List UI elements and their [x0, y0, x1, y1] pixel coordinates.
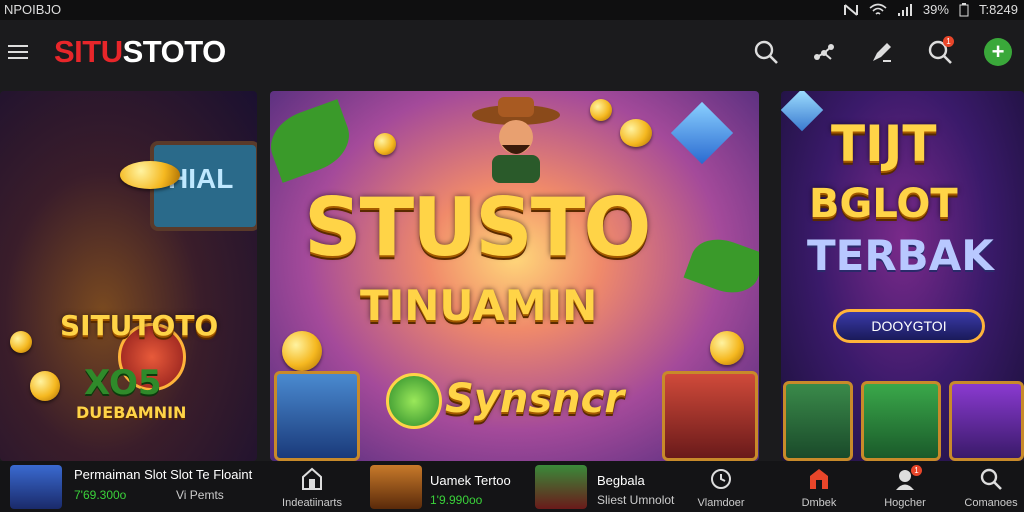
game-value: 1'9.990oo — [430, 493, 483, 507]
bottom-game-item-2[interactable]: Uamek Tertoo 1'9.990oo — [370, 461, 530, 512]
center-banner-logo: Synsncr — [445, 376, 625, 422]
nav-label: Indeatiinarts — [282, 497, 342, 509]
status-bar: NPOIBJO 39% T:8249 — [0, 0, 1024, 20]
coin-icon — [620, 119, 652, 147]
game-sub: Vi Pemts — [176, 488, 224, 502]
brand-part-white: STOTO — [122, 34, 227, 69]
game-title: Permaiman Slot Slot Te Floaint — [74, 467, 253, 482]
leaf-icon — [270, 99, 358, 183]
nfc-icon — [843, 3, 858, 16]
wifi-icon — [869, 3, 887, 15]
nav-label: Dmbek — [801, 497, 837, 509]
search-icon[interactable] — [750, 36, 782, 68]
cowboy-character-icon — [472, 97, 560, 183]
coin-icon — [282, 331, 322, 371]
game-thumbnail — [370, 465, 422, 509]
coin-icon — [10, 331, 32, 353]
right-banner-button[interactable]: DOOYGTOI — [833, 309, 985, 343]
game-thumbnail — [535, 465, 587, 509]
coin-icon — [590, 99, 612, 121]
nav-profile[interactable]: 1 Hogcher — [870, 465, 940, 511]
nav-home[interactable]: Indeatiinarts — [277, 465, 347, 511]
promo-banner-center[interactable]: STUSTO TINUAMIN Synsncr — [270, 91, 759, 461]
left-banner-sub1: XO5 — [84, 363, 162, 403]
search-icon — [980, 468, 1002, 490]
gem-icon — [781, 91, 824, 132]
nav-search[interactable]: Comanoes — [956, 465, 1024, 511]
nav-label: Hogcher — [884, 497, 926, 509]
game-thumbnail — [10, 465, 62, 509]
coin-icon — [374, 133, 396, 155]
brand-part-red: SITU — [54, 34, 123, 69]
promo-banner-left[interactable]: HIAL SITUTOTO XO5 DUEBAMNIN — [0, 91, 257, 461]
center-banner-subtitle: TINUAMIN — [360, 281, 598, 330]
game-card-tile[interactable] — [861, 381, 941, 461]
nav-badge: 1 — [911, 465, 922, 476]
nav-clock[interactable]: Vlamdoer — [686, 465, 756, 511]
nav-label: Vlamdoer — [697, 497, 745, 509]
game-title: Uamek Tertoo — [430, 473, 511, 488]
nav-store[interactable]: Dmbek — [784, 465, 854, 511]
coin-icon — [120, 161, 180, 189]
right-banner-line1: TIJT — [831, 115, 937, 173]
game-card-tile[interactable] — [783, 381, 853, 461]
notification-badge: 1 — [943, 36, 954, 47]
share-icon[interactable] — [808, 36, 840, 68]
battery-percent: 39% — [922, 2, 949, 17]
brand-logo[interactable]: SITUSTOTO — [54, 34, 226, 70]
game-title: Begbala — [597, 473, 645, 488]
leaf-icon — [683, 230, 759, 302]
bottom-game-item-3[interactable]: Begbala Sliest Umnolot — [535, 461, 685, 512]
signal-icon — [897, 3, 912, 16]
gem-icon — [670, 101, 734, 165]
clock-icon — [711, 469, 731, 489]
bottom-bar: Permaiman Slot Slot Te Floaint 7'69.300o… — [0, 461, 1024, 512]
game-value: 7'69.300o — [74, 488, 127, 502]
home-icon — [302, 467, 322, 490]
battery-icon — [959, 2, 969, 16]
game-card-tile — [274, 371, 360, 461]
status-left-text: NPOIBJO — [4, 2, 62, 17]
left-banner-title: SITUTOTO — [60, 309, 219, 342]
bottom-game-item-1[interactable]: Permaiman Slot Slot Te Floaint 7'69.300o… — [8, 461, 266, 512]
left-banner-sub2: DUEBAMNIN — [76, 403, 187, 422]
game-card-tile — [662, 371, 758, 461]
right-banner-line2: BGLOT — [809, 181, 958, 227]
promo-banner-right[interactable]: TIJT BGLOT TERBAK DOOYGTOI — [781, 91, 1024, 461]
coin-icon — [710, 331, 744, 365]
nav-label: Comanoes — [964, 497, 1018, 509]
center-banner-title: STUSTO — [304, 181, 651, 274]
coin-icon — [30, 371, 60, 401]
edit-icon[interactable] — [866, 36, 898, 68]
search-alt-icon[interactable]: 1 — [924, 36, 956, 68]
mascot-icon — [386, 373, 442, 429]
store-icon — [810, 469, 828, 489]
game-sub: Sliest Umnolot — [597, 493, 675, 507]
status-icons: 39% T:8249 — [843, 2, 1018, 17]
status-time: T:8249 — [978, 2, 1018, 17]
game-card-tile[interactable] — [949, 381, 1024, 461]
app-bar: SITUSTOTO 1 + — [0, 20, 1024, 86]
right-banner-line3: TERBAK — [807, 231, 994, 280]
menu-icon[interactable] — [8, 45, 28, 59]
add-icon[interactable]: + — [982, 36, 1014, 68]
